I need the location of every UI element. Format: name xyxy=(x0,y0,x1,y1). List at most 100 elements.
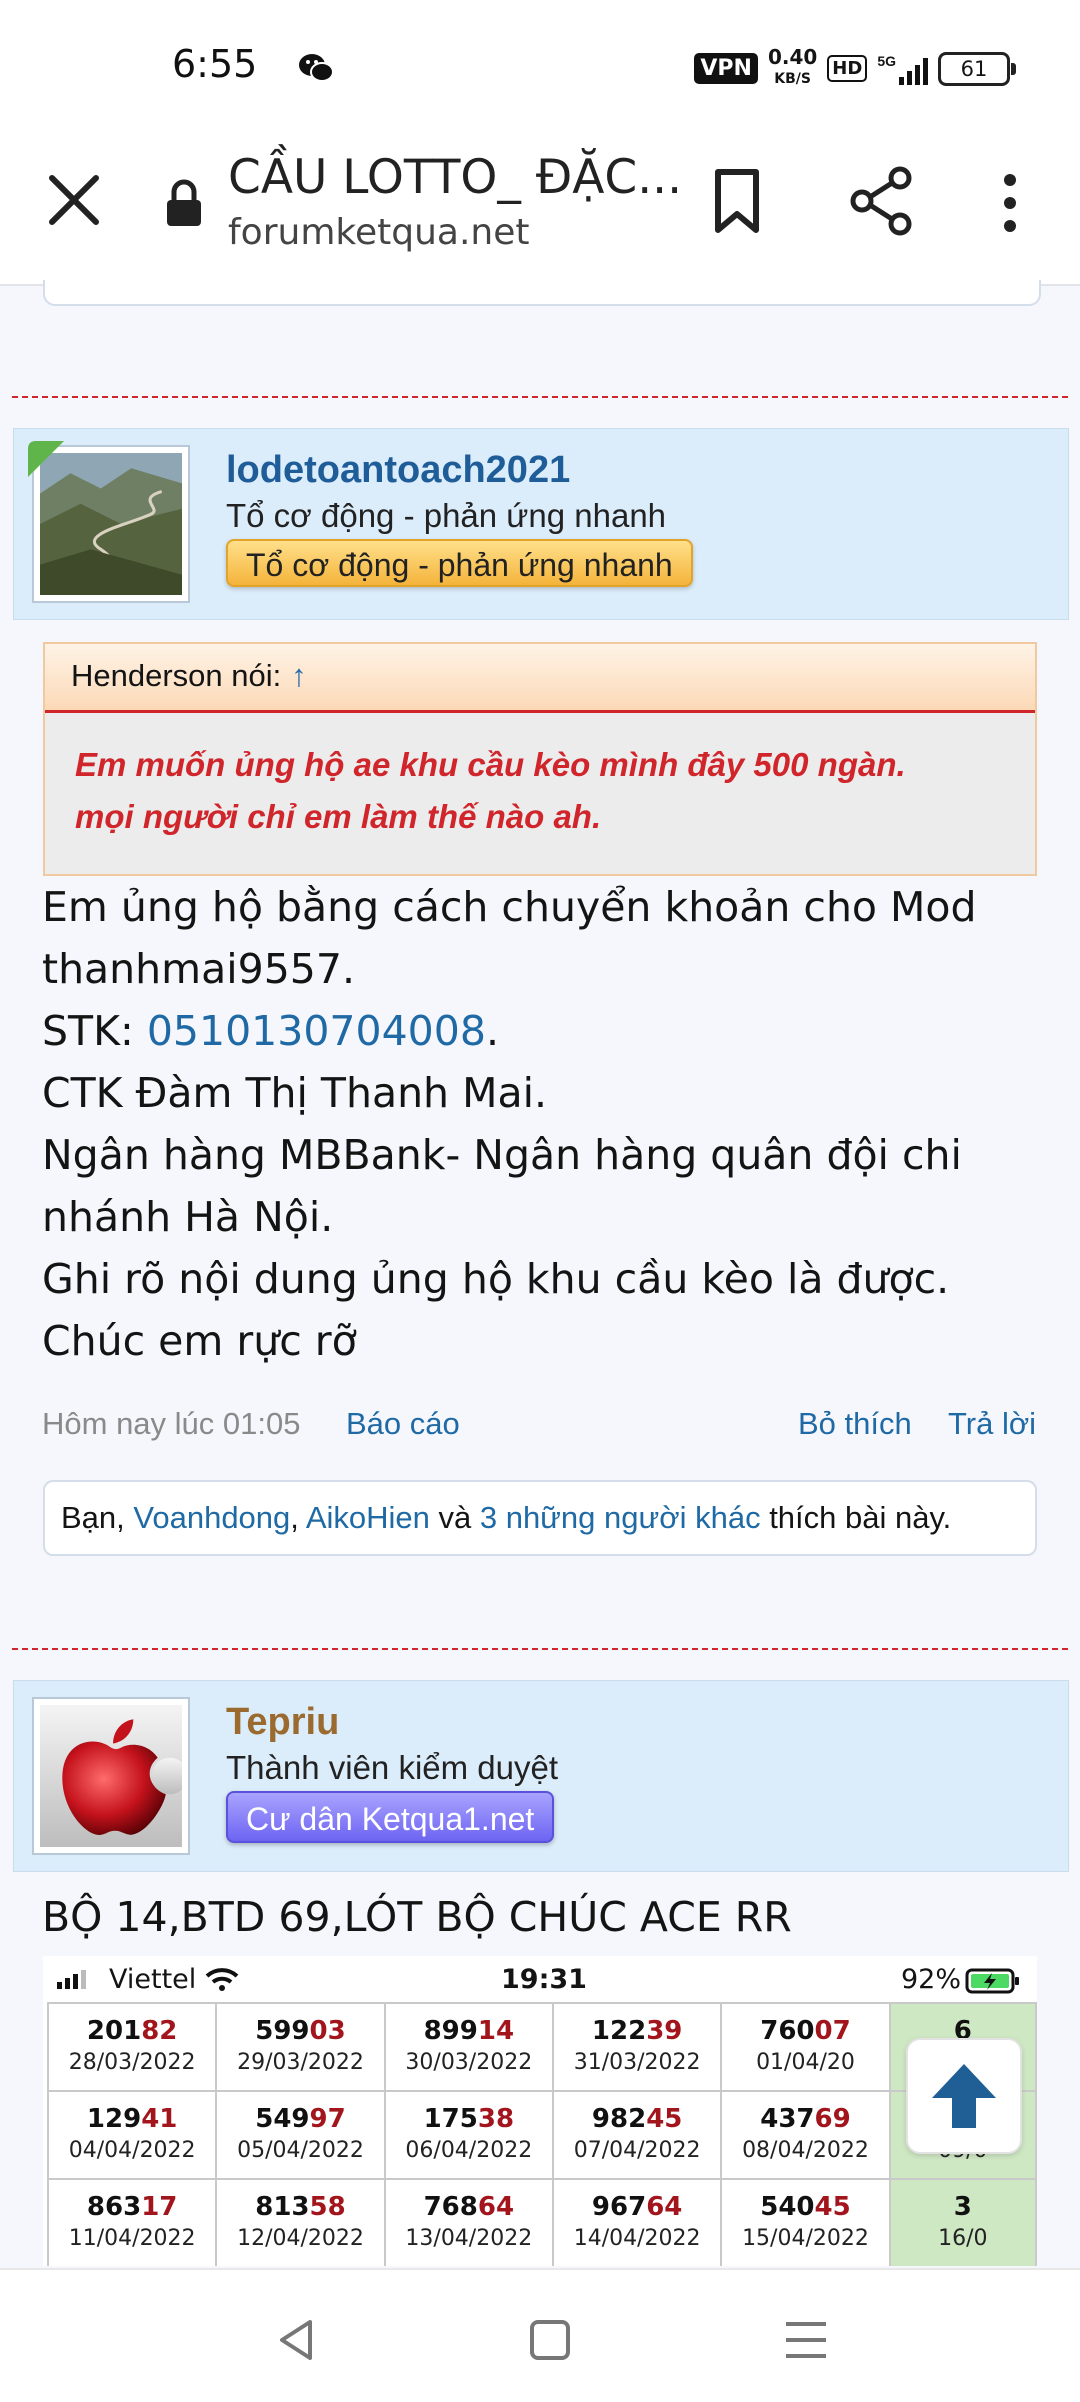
share-icon[interactable] xyxy=(848,166,914,236)
bookmark-icon[interactable] xyxy=(708,168,766,234)
result-date: 12/04/2022 xyxy=(237,2226,364,2251)
system-nav-bar xyxy=(0,2268,1080,2402)
quote-header: Henderson nói: ↑ xyxy=(45,644,1035,713)
result-date: 13/04/2022 xyxy=(405,2226,533,2251)
username[interactable]: Tepriu xyxy=(226,1701,339,1744)
grid-cell: 59903 29/03/2022 xyxy=(215,2002,386,2092)
status-bar: 6:55 VPN 0.40 KB/S HD 5G 61 xyxy=(0,0,1080,130)
vpn-badge: VPN xyxy=(694,53,758,84)
result-date: 05/04/2022 xyxy=(237,2138,364,2163)
online-indicator-icon xyxy=(28,441,64,477)
result-number: 54045 xyxy=(760,2192,851,2222)
status-indicators: VPN 0.40 KB/S HD 5G 61 xyxy=(694,45,1016,89)
page-url[interactable]: forumketqua.net xyxy=(228,212,529,253)
grid-cell: 81358 12/04/2022 xyxy=(215,2178,386,2266)
reply-link[interactable]: Trả lời xyxy=(948,1406,1036,1442)
results-grid: 20182 28/03/2022 59903 29/03/2022 89914 30/03… xyxy=(46,2002,1037,2266)
username[interactable]: lodetoantoach2021 xyxy=(226,449,570,492)
status-time: 6:55 xyxy=(172,42,258,86)
user-badge: Tổ cơ động - phản ứng nhanh xyxy=(226,539,693,587)
result-date: 06/04/2022 xyxy=(405,2138,533,2163)
carrier-name: Viettel xyxy=(109,1964,197,1995)
result-date: 30/03/2022 xyxy=(405,2050,533,2075)
signal-icon xyxy=(57,1970,86,1989)
grid-cell: 76864 13/04/2022 xyxy=(383,2178,554,2266)
result-date: 14/04/2022 xyxy=(573,2226,701,2251)
other-likers-link[interactable]: 3 những người khác xyxy=(480,1500,761,1535)
browser-toolbar: CẦU LOTTO_ ĐẶC... forumketqua.net xyxy=(0,130,1080,286)
grid-cell: 12239 31/03/2022 xyxy=(551,2002,723,2092)
signal-icon: 5G xyxy=(877,53,928,85)
lock-icon xyxy=(167,179,201,226)
result-date: 31/03/2022 xyxy=(573,2050,701,2075)
result-date: 08/04/2022 xyxy=(742,2138,869,2163)
network-speed: 0.40 KB/S xyxy=(767,45,818,87)
result-number: 20182 xyxy=(86,2016,178,2046)
result-number: 76864 xyxy=(423,2192,515,2222)
battery-charging-icon xyxy=(965,1968,1019,1994)
result-number: 43769 xyxy=(760,2104,851,2134)
post-body: BỘ 14,BTD 69,LÓT BỘ CHÚC ACE RR xyxy=(42,1893,792,1941)
grid-cell: 54997 05/04/2022 xyxy=(215,2090,386,2180)
result-date: 28/03/2022 xyxy=(68,2050,196,2075)
result-date: 07/04/2022 xyxy=(573,2138,701,2163)
result-number: 3 xyxy=(953,2192,972,2222)
post-divider xyxy=(12,1648,1068,1650)
grid-cell: 3 16/0 xyxy=(888,2178,1037,2266)
avatar[interactable] xyxy=(32,1697,190,1855)
result-date: 16/0 xyxy=(938,2226,988,2251)
result-number: 86317 xyxy=(86,2192,178,2222)
result-date: 01/04/20 xyxy=(756,2050,855,2075)
result-date: 04/04/2022 xyxy=(68,2138,196,2163)
result-number: 12941 xyxy=(86,2104,178,2134)
battery-icon: 61 xyxy=(938,51,1016,86)
embedded-time: 19:31 xyxy=(501,1964,587,1995)
quote-text: Em muốn ủng hộ ae khu cầu kèo mình đây 5… xyxy=(75,746,906,835)
post-body: Em ủng hộ bằng cách chuyển khoản cho Mod… xyxy=(42,883,977,1365)
grid-cell: 76007 01/04/20 xyxy=(720,2002,891,2092)
result-number: 17538 xyxy=(423,2104,515,2134)
menu-icon[interactable] xyxy=(776,2310,836,2370)
hd-badge: HD xyxy=(827,55,868,82)
more-options-icon[interactable] xyxy=(990,170,1030,236)
result-date: 15/04/2022 xyxy=(742,2226,869,2251)
result-date: 11/04/2022 xyxy=(68,2226,196,2251)
post-timestamp[interactable]: Hôm nay lúc 01:05 xyxy=(42,1406,300,1442)
likes-summary: Bạn, Voanhdong, AikoHien và 3 những ngườ… xyxy=(43,1480,1037,1556)
user-badge: Cư dân Ketqua1.net xyxy=(226,1791,555,1843)
scroll-to-top-button[interactable] xyxy=(906,2038,1022,2154)
result-date: 29/03/2022 xyxy=(237,2050,364,2075)
wechat-icon xyxy=(299,54,334,82)
result-number: 12239 xyxy=(591,2016,683,2046)
embedded-screenshot[interactable]: Viettel 19:31 92% 20182 28/03/2022 59903 29… xyxy=(43,1956,1037,2266)
embedded-status-bar: Viettel 19:31 92% xyxy=(43,1956,1037,2002)
close-icon[interactable] xyxy=(44,170,104,230)
grid-row: 86317 11/04/2022 81358 12/04/2022 76864 13/04… xyxy=(46,2178,1037,2266)
result-number: 96764 xyxy=(591,2192,683,2222)
apple-logo-image xyxy=(40,1705,182,1847)
grid-row: 20182 28/03/2022 59903 29/03/2022 89914 30/03… xyxy=(46,2002,1037,2092)
grid-cell: 98245 07/04/2022 xyxy=(551,2090,723,2180)
quote-jump-arrow-icon[interactable]: ↑ xyxy=(291,658,307,693)
grid-cell: 12941 04/04/2022 xyxy=(46,2090,218,2180)
grid-cell: 86317 11/04/2022 xyxy=(46,2178,218,2266)
result-number: 59903 xyxy=(255,2016,346,2046)
post1-user-bar: lodetoantoach2021 Tổ cơ động - phản ứng … xyxy=(13,428,1069,620)
report-link[interactable]: Báo cáo xyxy=(346,1406,460,1442)
grid-cell: 96764 14/04/2022 xyxy=(551,2178,723,2266)
result-number: 76007 xyxy=(760,2016,851,2046)
grid-cell: 89914 30/03/2022 xyxy=(383,2002,554,2092)
grid-cell: 17538 06/04/2022 xyxy=(383,2090,554,2180)
quote-block: Henderson nói: ↑ Em muốn ủng hộ ae khu cầ… xyxy=(43,642,1037,876)
account-number-link[interactable]: 0510130704008 xyxy=(147,1007,486,1055)
home-icon[interactable] xyxy=(520,2310,580,2370)
previous-post-strip xyxy=(43,280,1041,306)
back-icon[interactable] xyxy=(266,2310,326,2370)
unlike-link[interactable]: Bỏ thích xyxy=(798,1406,912,1442)
embedded-battery-percent: 92% xyxy=(901,1964,962,1995)
liker-link[interactable]: Voanhdong xyxy=(133,1500,290,1535)
quote-author: Henderson nói: xyxy=(71,658,282,693)
wifi-icon xyxy=(205,1968,239,1991)
post2-user-bar: Tepriu Thành viên kiểm duyệt Cư dân Ketq… xyxy=(13,1680,1069,1872)
liker-link[interactable]: AikoHien xyxy=(306,1500,430,1535)
